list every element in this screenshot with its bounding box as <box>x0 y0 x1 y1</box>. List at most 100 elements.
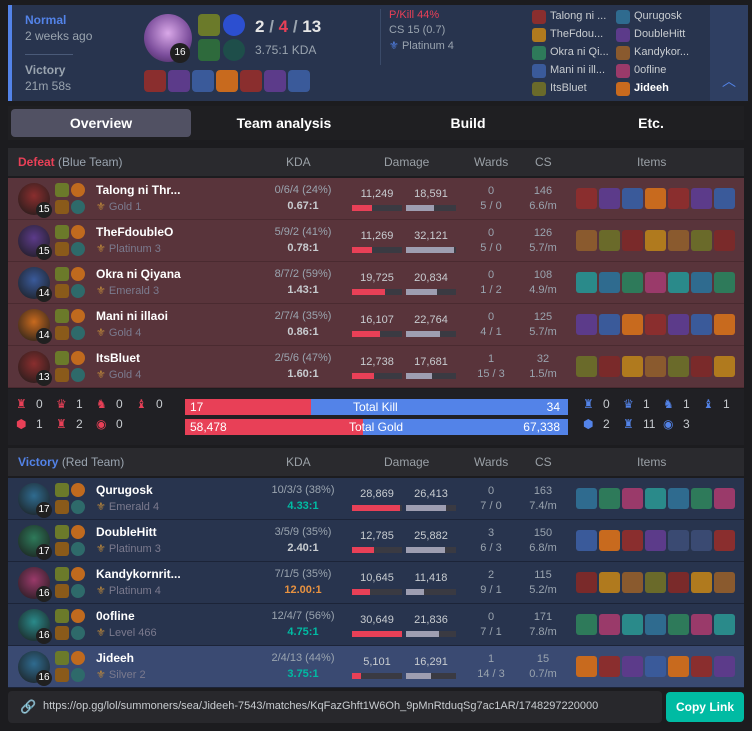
item-icon[interactable] <box>668 614 689 635</box>
item-icon[interactable] <box>645 356 666 377</box>
participant-name[interactable]: Okra ni Qi... <box>550 46 609 58</box>
item-icon[interactable] <box>622 530 643 551</box>
item-icon[interactable] <box>599 614 620 635</box>
item-icon[interactable] <box>576 530 597 551</box>
item-icon[interactable] <box>714 230 735 251</box>
item-icon[interactable] <box>645 488 666 509</box>
player-name[interactable]: Okra ni Qiyana <box>96 267 181 281</box>
item-icon[interactable] <box>645 572 666 593</box>
item-icon[interactable] <box>714 656 735 677</box>
item-icon[interactable] <box>288 70 310 92</box>
item-icon[interactable] <box>714 572 735 593</box>
item-icon[interactable] <box>576 488 597 509</box>
item-icon[interactable] <box>668 356 689 377</box>
item-icon[interactable] <box>691 656 712 677</box>
item-icon[interactable] <box>192 70 214 92</box>
item-icon[interactable] <box>668 314 689 335</box>
item-icon[interactable] <box>691 356 712 377</box>
item-icon[interactable] <box>691 314 712 335</box>
participant-name[interactable]: Mani ni ill... <box>550 64 605 76</box>
item-icon[interactable] <box>691 230 712 251</box>
item-icon[interactable] <box>599 314 620 335</box>
item-icon[interactable] <box>668 572 689 593</box>
player-name[interactable]: ItsBluet <box>96 351 140 365</box>
item-icon[interactable] <box>691 572 712 593</box>
player-name[interactable]: Kandykornrit... <box>96 567 181 581</box>
item-icon[interactable] <box>714 314 735 335</box>
item-icon[interactable] <box>576 314 597 335</box>
item-icon[interactable] <box>599 572 620 593</box>
item-icon[interactable] <box>622 656 643 677</box>
participant-name[interactable]: ItsBluet <box>550 82 587 94</box>
participant-name[interactable]: Kandykor... <box>634 46 689 58</box>
item-icon[interactable] <box>668 188 689 209</box>
item-icon[interactable] <box>691 272 712 293</box>
item-icon[interactable] <box>645 656 666 677</box>
item-icon[interactable] <box>714 614 735 635</box>
item-icon[interactable] <box>576 572 597 593</box>
tab-build[interactable]: Build <box>378 109 558 137</box>
item-icon[interactable] <box>622 356 643 377</box>
item-icon[interactable] <box>668 272 689 293</box>
item-icon[interactable] <box>691 614 712 635</box>
item-icon[interactable] <box>714 530 735 551</box>
item-icon[interactable] <box>714 356 735 377</box>
item-icon[interactable] <box>668 530 689 551</box>
participant-name[interactable]: Talong ni ... <box>550 10 606 22</box>
item-icon[interactable] <box>576 614 597 635</box>
item-icon[interactable] <box>691 188 712 209</box>
item-icon[interactable] <box>645 188 666 209</box>
item-icon[interactable] <box>576 230 597 251</box>
item-icon[interactable] <box>576 356 597 377</box>
player-name[interactable]: DoubleHitt <box>96 525 157 539</box>
tab-etc[interactable]: Etc. <box>561 109 741 137</box>
expand-button[interactable]: ︿ <box>710 5 748 101</box>
participant-name[interactable]: TheFdou... <box>550 28 603 40</box>
item-icon[interactable] <box>668 656 689 677</box>
item-icon[interactable] <box>714 188 735 209</box>
item-icon[interactable] <box>168 70 190 92</box>
participant-name[interactable]: DoubleHitt <box>634 28 685 40</box>
item-icon[interactable] <box>622 188 643 209</box>
player-name[interactable]: Mani ni illaoi <box>96 309 168 323</box>
item-icon[interactable] <box>622 314 643 335</box>
player-name[interactable]: TheFdoubleO <box>96 225 173 239</box>
item-icon[interactable] <box>599 188 620 209</box>
item-icon[interactable] <box>576 272 597 293</box>
item-icon[interactable] <box>691 530 712 551</box>
item-icon[interactable] <box>714 488 735 509</box>
item-icon[interactable] <box>668 230 689 251</box>
item-icon[interactable] <box>599 272 620 293</box>
participant-name[interactable]: Qurugosk <box>634 10 682 22</box>
item-icon[interactable] <box>240 70 262 92</box>
item-icon[interactable] <box>668 488 689 509</box>
item-icon[interactable] <box>144 70 166 92</box>
tab-overview[interactable]: Overview <box>11 109 191 137</box>
item-icon[interactable] <box>645 530 666 551</box>
participant-name[interactable]: Jideeh <box>634 82 669 94</box>
item-icon[interactable] <box>622 572 643 593</box>
player-name[interactable]: Talong ni Thr... <box>96 183 180 197</box>
participant-name[interactable]: 0ofline <box>634 64 666 76</box>
item-icon[interactable] <box>622 272 643 293</box>
item-icon[interactable] <box>599 530 620 551</box>
item-icon[interactable] <box>691 488 712 509</box>
item-icon[interactable] <box>599 656 620 677</box>
item-icon[interactable] <box>599 230 620 251</box>
item-icon[interactable] <box>599 488 620 509</box>
item-icon[interactable] <box>576 656 597 677</box>
match-link-field[interactable]: 🔗 https://op.gg/lol/summoners/sea/Jideeh… <box>8 691 662 723</box>
item-icon[interactable] <box>645 314 666 335</box>
item-icon[interactable] <box>622 614 643 635</box>
item-icon[interactable] <box>622 230 643 251</box>
item-icon[interactable] <box>576 188 597 209</box>
item-icon[interactable] <box>599 356 620 377</box>
item-icon[interactable] <box>645 272 666 293</box>
player-name[interactable]: Qurugosk <box>96 483 153 497</box>
player-name[interactable]: 0ofline <box>96 609 135 623</box>
player-name[interactable]: Jideeh <box>96 651 134 665</box>
item-icon[interactable] <box>645 614 666 635</box>
item-icon[interactable] <box>714 272 735 293</box>
item-icon[interactable] <box>216 70 238 92</box>
item-icon[interactable] <box>264 70 286 92</box>
